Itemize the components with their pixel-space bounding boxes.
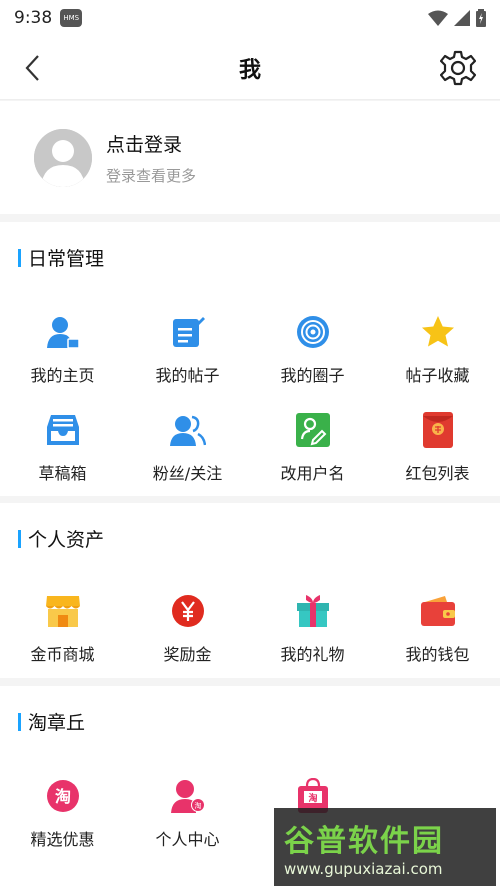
- grid-item-selected-deals[interactable]: 淘 精选优惠: [0, 766, 125, 864]
- grid-item-label: 帖子收藏: [405, 366, 470, 385]
- profile-login-card[interactable]: 点击登录 登录查看更多: [0, 101, 500, 214]
- inbox-tray-icon: [45, 412, 81, 448]
- grid-item-label: 粉丝/关注: [152, 464, 223, 483]
- default-avatar-icon: [34, 128, 92, 187]
- settings-button[interactable]: [438, 48, 478, 88]
- login-label[interactable]: 点击登录: [106, 130, 196, 157]
- grid-item-label: 我的钱包: [405, 645, 470, 664]
- grid-item-label: 红包列表: [405, 464, 470, 483]
- svg-text:淘: 淘: [194, 801, 201, 810]
- nav-bar: 我: [0, 36, 500, 100]
- gear-icon: [440, 50, 476, 86]
- grid-item-my-home[interactable]: 我的主页: [0, 302, 125, 400]
- grid-item-followers[interactable]: 粉丝/关注: [125, 400, 250, 498]
- chevron-left-icon: [25, 55, 39, 81]
- status-bar: 9:38 HMS: [0, 0, 500, 36]
- followers-icon: [169, 412, 206, 448]
- status-icons: [428, 9, 486, 27]
- grid-item-rewards[interactable]: 奖励金: [125, 581, 250, 679]
- status-time: 9:38: [14, 8, 53, 28]
- grid-item-red-envelopes[interactable]: 红包列表: [375, 400, 500, 498]
- section-assets: 个人资产 金币商城 奖励金 我的礼物 我的钱包: [0, 503, 500, 678]
- circle-target-icon: [295, 314, 331, 350]
- rename-icon: [295, 412, 331, 448]
- grid-item-my-wallet[interactable]: 我的钱包: [375, 581, 500, 679]
- grid-item-label: 精选优惠: [30, 830, 95, 849]
- grid-item-label: 我的帖子: [155, 366, 220, 385]
- tao-badge-icon: 淘: [45, 778, 81, 814]
- grid-item-my-gifts[interactable]: 我的礼物: [250, 581, 375, 679]
- watermark-overlay: 谷普软件园 www.gupuxiazai.com: [274, 808, 496, 886]
- grid-item-label: 我的礼物: [280, 645, 345, 664]
- back-button[interactable]: [14, 50, 50, 86]
- grid-item-coin-mall[interactable]: 金币商城: [0, 581, 125, 679]
- wifi-icon: [428, 10, 448, 26]
- red-envelope-icon: [420, 412, 456, 448]
- grid-item-label: 我的主页: [30, 366, 95, 385]
- avatar[interactable]: [34, 128, 92, 187]
- section-accent-bar: [18, 529, 21, 548]
- grid-item-label: 个人中心: [155, 830, 220, 849]
- gift-icon: [295, 593, 331, 629]
- yen-coin-icon: [170, 593, 206, 629]
- grid-item-my-posts[interactable]: 我的帖子: [125, 302, 250, 400]
- grid-item-label: 改用户名: [280, 464, 345, 483]
- grid-item-label: 草稿箱: [38, 464, 87, 483]
- section-accent-bar: [18, 248, 21, 267]
- watermark-url: www.gupuxiazai.com: [284, 860, 443, 878]
- svg-text:淘: 淘: [54, 787, 70, 806]
- tao-person-icon: 淘: [170, 778, 206, 814]
- svg-text:淘: 淘: [308, 792, 317, 804]
- hms-badge: HMS: [60, 9, 83, 27]
- signal-icon: [454, 10, 470, 26]
- section-title: 日常管理: [28, 248, 105, 270]
- grid-item-favorites[interactable]: 帖子收藏: [375, 302, 500, 400]
- section-title: 个人资产: [28, 529, 105, 551]
- section-title: 淘章丘: [28, 712, 86, 734]
- grid-item-label: 我的圈子: [280, 366, 345, 385]
- grid-item-label: 奖励金: [163, 645, 212, 664]
- section-accent-bar: [18, 712, 21, 731]
- grid-item-my-circles[interactable]: 我的圈子: [250, 302, 375, 400]
- grid-item-rename[interactable]: 改用户名: [250, 400, 375, 498]
- section-daily: 日常管理 我的主页 我的帖子 我的圈子 帖子收藏 草稿箱 粉丝/关注 改用户名 …: [0, 222, 500, 496]
- grid-item-personal-center[interactable]: 淘 个人中心: [125, 766, 250, 864]
- user-home-icon: [45, 314, 81, 350]
- star-icon: [420, 314, 456, 350]
- grid-item-drafts[interactable]: 草稿箱: [0, 400, 125, 498]
- battery-icon: [476, 9, 486, 27]
- watermark-brand: 谷普软件园: [284, 824, 444, 859]
- login-subtitle: 登录查看更多: [106, 166, 197, 185]
- post-edit-icon: [170, 314, 206, 350]
- shop-icon: [45, 593, 81, 629]
- grid-item-label: 金币商城: [30, 645, 95, 664]
- wallet-icon: [420, 593, 456, 629]
- page-title: 我: [238, 57, 261, 83]
